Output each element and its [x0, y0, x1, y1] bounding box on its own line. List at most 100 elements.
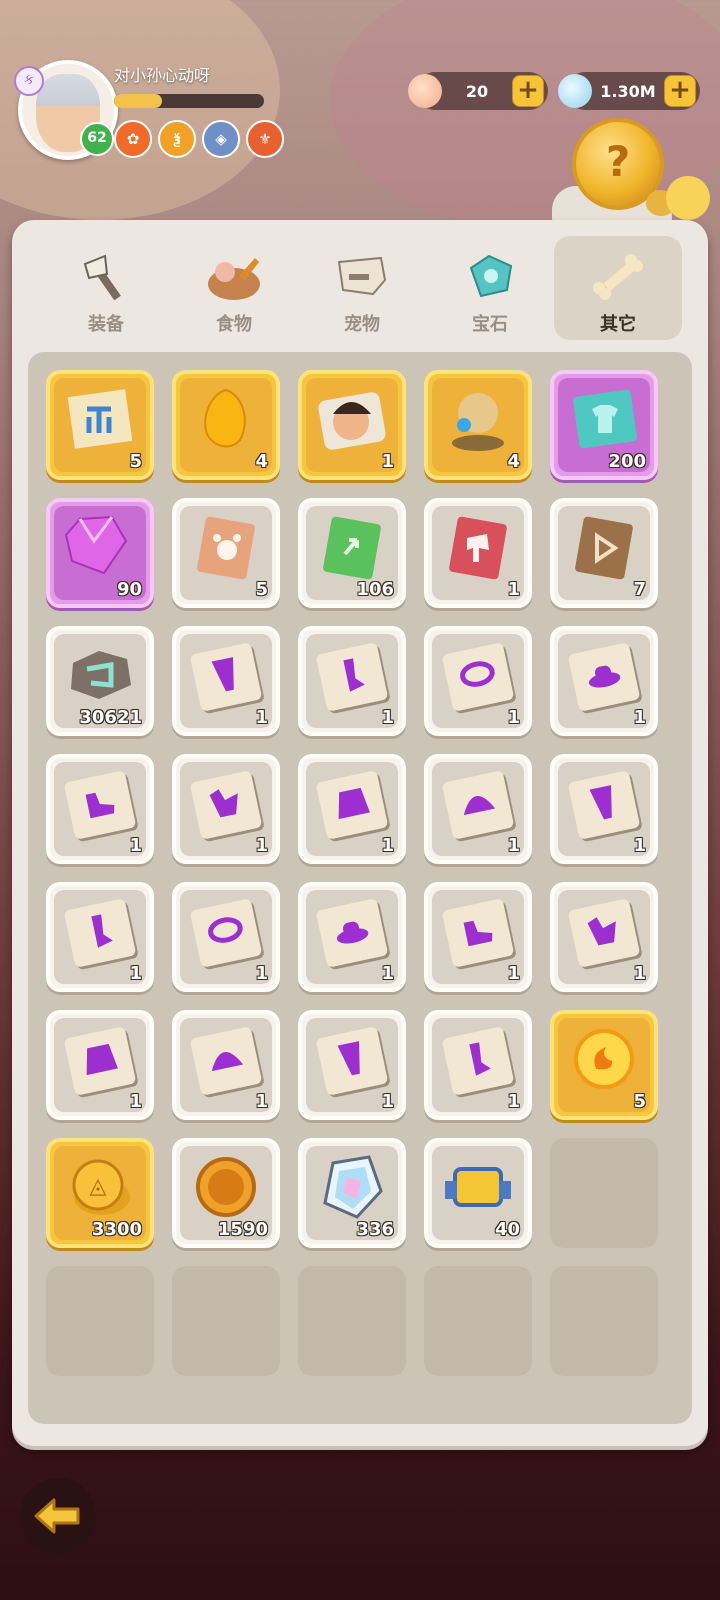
shell-icon — [408, 74, 442, 108]
inventory-item[interactable]: 1 — [424, 754, 532, 864]
item-count: 1 — [381, 707, 394, 728]
pet-skull-icon — [333, 250, 391, 304]
inventory-item[interactable]: ◬ 3300 — [46, 1138, 154, 1248]
item-count: 40 — [494, 1219, 520, 1240]
item-count: 4 — [507, 451, 520, 472]
item-count: 7 — [633, 579, 646, 600]
item-count: 1 — [255, 1091, 268, 1112]
tab-label: 装备 — [88, 314, 124, 335]
xp-bar-fill — [114, 94, 162, 108]
inventory-item[interactable]: 5 — [550, 1010, 658, 1120]
item-count: 30621 — [79, 707, 142, 728]
inventory-item[interactable]: 1 — [46, 1010, 154, 1120]
item-count: 1 — [255, 707, 268, 728]
item-count: 336 — [356, 1219, 394, 1240]
inventory-item[interactable]: 1 — [298, 370, 406, 480]
inventory-item[interactable]: 5 — [172, 498, 280, 608]
item-count: 1 — [507, 835, 520, 856]
inventory-item[interactable]: 1 — [550, 882, 658, 992]
player-name: 对小孙心动呀 — [114, 68, 211, 85]
inventory-item[interactable]: 40 — [424, 1138, 532, 1248]
inventory-grid-area[interactable]: 5 4 1 4 200 90 5 106 1 7 30621 1 1 1 1 1 1 1 1 1 1 1 1 1 1 1 1 1 1 5 ◬… — [28, 352, 692, 1424]
inventory-item[interactable]: 7 — [550, 498, 658, 608]
tab-label: 食物 — [216, 314, 252, 335]
item-count: 1 — [507, 579, 520, 600]
inventory-item[interactable]: 1 — [298, 626, 406, 736]
inventory-item[interactable]: 1 — [46, 882, 154, 992]
tab-label: 宝石 — [472, 314, 508, 335]
inventory-item[interactable]: 336 — [298, 1138, 406, 1248]
empty-slot — [298, 1266, 406, 1376]
gem-icon — [558, 74, 592, 108]
item-count: 1 — [129, 835, 142, 856]
tab-1[interactable]: 食物 — [170, 236, 298, 340]
item-count: 3300 — [91, 1219, 142, 1240]
avatar-rank-badge: ક — [14, 66, 44, 96]
item-count: 1590 — [217, 1219, 268, 1240]
item-count: 1 — [255, 963, 268, 984]
inventory-item[interactable]: 4 — [172, 370, 280, 480]
tab-2[interactable]: 宠物 — [298, 236, 426, 340]
svg-text:◬: ◬ — [90, 1174, 107, 1199]
tab-0[interactable]: 装备 — [42, 236, 170, 340]
empty-slot — [424, 1266, 532, 1376]
inventory-item[interactable]: 1 — [424, 498, 532, 608]
item-count: 200 — [608, 451, 646, 472]
empty-slot — [550, 1266, 658, 1376]
add-gem-button[interactable]: + — [664, 75, 696, 107]
paw-buff-icon[interactable]: ✿ — [114, 120, 152, 158]
item-count: 5 — [255, 579, 268, 600]
inventory-item[interactable]: 1 — [172, 1010, 280, 1120]
back-button[interactable] — [20, 1478, 96, 1554]
inventory-panel: 装备 食物 宠物 宝石 其它 5 4 1 4 200 90 5 106 1 7 30621 1 1 1 1 1 1 1 1 1… — [12, 220, 708, 1446]
inventory-item[interactable]: 1 — [172, 626, 280, 736]
item-count: 1 — [633, 835, 646, 856]
chat-smiley-icon — [666, 176, 710, 220]
empty-slot — [46, 1266, 154, 1376]
inventory-item[interactable]: 1 — [424, 882, 532, 992]
swirl-buff-icon[interactable]: ѯ — [158, 120, 196, 158]
shell-count: 20 — [465, 81, 489, 101]
item-count: 90 — [116, 579, 142, 600]
inventory-item[interactable]: 90 — [46, 498, 154, 608]
inventory-item[interactable]: 1 — [172, 882, 280, 992]
inventory-item[interactable]: 1 — [172, 754, 280, 864]
bone-icon — [589, 250, 647, 304]
item-count: 1 — [381, 963, 394, 984]
item-count: 5 — [129, 451, 142, 472]
inventory-item[interactable]: 200 — [550, 370, 658, 480]
inventory-item[interactable]: 1 — [550, 754, 658, 864]
inventory-item[interactable]: 1 — [298, 882, 406, 992]
axe-icon — [77, 250, 135, 304]
inventory-item[interactable]: 1 — [550, 626, 658, 736]
tab-3[interactable]: 宝石 — [426, 236, 554, 340]
inventory-item[interactable]: 1 — [298, 1010, 406, 1120]
inventory-item[interactable]: 1 — [424, 626, 532, 736]
inventory-item[interactable]: 30621 — [46, 626, 154, 736]
inventory-item[interactable]: 1590 — [172, 1138, 280, 1248]
inventory-item[interactable]: 106 — [298, 498, 406, 608]
shield-buff-icon[interactable]: ⚜ — [246, 120, 284, 158]
add-shell-button[interactable]: + — [512, 75, 544, 107]
tab-label: 宠物 — [344, 314, 380, 335]
inventory-item[interactable]: 4 — [424, 370, 532, 480]
back-arrow-icon — [34, 1498, 80, 1534]
inventory-item[interactable]: 1 — [298, 754, 406, 864]
item-count: 1 — [507, 707, 520, 728]
gem-currency: 1.30M + — [558, 72, 700, 110]
food-bowl-icon — [205, 250, 263, 304]
xp-bar — [114, 94, 264, 108]
shell-currency: 20 + — [408, 72, 548, 110]
item-count: 1 — [507, 963, 520, 984]
inventory-item[interactable]: 5 — [46, 370, 154, 480]
empty-slot — [550, 1138, 658, 1248]
inventory-item[interactable]: 1 — [46, 754, 154, 864]
inventory-item[interactable]: 1 — [424, 1010, 532, 1120]
item-count: 5 — [633, 1091, 646, 1112]
ice-buff-icon[interactable]: ◈ — [202, 120, 240, 158]
item-count: 1 — [633, 707, 646, 728]
tab-4[interactable]: 其它 — [554, 236, 682, 340]
gemstone-icon — [461, 250, 519, 304]
item-count: 4 — [255, 451, 268, 472]
item-count: 106 — [356, 579, 394, 600]
